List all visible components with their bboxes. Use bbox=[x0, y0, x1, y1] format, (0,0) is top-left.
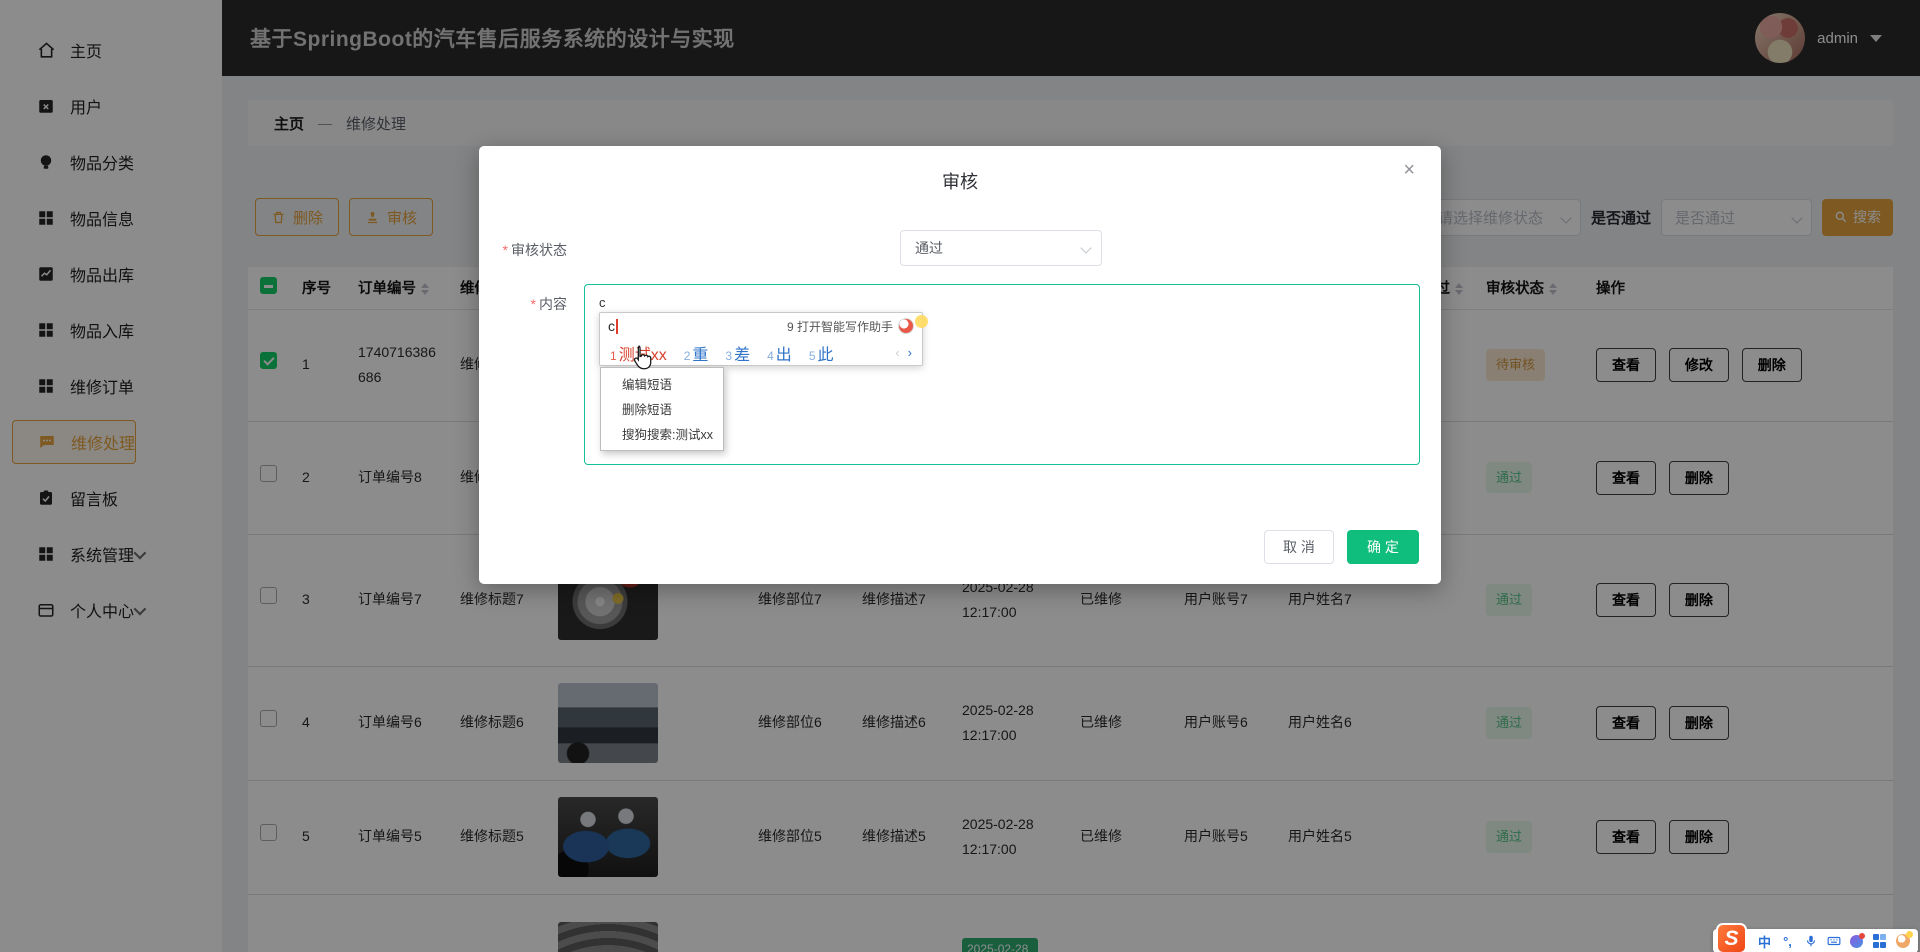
emoji-icon[interactable] bbox=[1891, 934, 1914, 948]
sogou-ime-toolbar: S 中 °, bbox=[1713, 929, 1918, 952]
ime-punctuation-icon[interactable]: °, bbox=[1776, 934, 1799, 949]
ime-candidate-2[interactable]: 2重 bbox=[684, 341, 709, 365]
app-screen: 主页 用户 物品分类 物品信息 物品出库 物品入库 维修订单 维 bbox=[0, 0, 1920, 952]
ime-lang-mode[interactable]: 中 bbox=[1753, 932, 1776, 951]
ime-assistant-hint[interactable]: 9 打开智能写作助手 bbox=[787, 318, 914, 335]
close-icon[interactable]: × bbox=[1403, 160, 1415, 180]
ime-candidate-window: c 9 打开智能写作助手 1测试xx 2重 3差 4出 5此 ‹ › bbox=[599, 312, 923, 366]
keyboard-icon[interactable] bbox=[1822, 934, 1845, 948]
ime-context-menu: 编辑短语 删除短语 搜狗搜索:测试xx bbox=[600, 367, 724, 451]
ime-candidate-5[interactable]: 5此 bbox=[809, 341, 834, 365]
skin-persona-icon[interactable] bbox=[1845, 935, 1868, 948]
ime-candidate-1[interactable]: 1测试xx bbox=[610, 341, 667, 365]
audit-status-select[interactable]: 通过 bbox=[900, 230, 1102, 266]
ai-assistant-icon[interactable] bbox=[898, 318, 914, 334]
modal-title: 审核 bbox=[479, 168, 1441, 194]
cancel-button[interactable]: 取 消 bbox=[1264, 530, 1334, 564]
sogou-logo-icon[interactable]: S bbox=[1716, 923, 1747, 952]
spark-icon bbox=[915, 315, 928, 328]
status-field-label: *审核状态 bbox=[479, 240, 567, 260]
ime-next-page-icon[interactable]: › bbox=[908, 345, 912, 360]
ime-caret bbox=[616, 319, 618, 334]
ime-candidate-3[interactable]: 3差 bbox=[725, 341, 750, 365]
ime-composition: c bbox=[608, 318, 615, 334]
menu-item-edit-phrase[interactable]: 编辑短语 bbox=[601, 373, 723, 398]
menu-item-delete-phrase[interactable]: 删除短语 bbox=[601, 398, 723, 423]
menu-item-sogou-search[interactable]: 搜狗搜索:测试xx bbox=[601, 423, 723, 448]
chevron-down-icon bbox=[1080, 242, 1091, 253]
ime-prev-page-icon[interactable]: ‹ bbox=[895, 345, 899, 360]
ime-candidate-4[interactable]: 4出 bbox=[767, 341, 792, 365]
toolbox-grid-icon[interactable] bbox=[1868, 934, 1891, 948]
content-field-label: *内容 bbox=[479, 294, 567, 314]
microphone-icon[interactable] bbox=[1799, 934, 1822, 948]
confirm-button[interactable]: 确 定 bbox=[1347, 530, 1419, 564]
